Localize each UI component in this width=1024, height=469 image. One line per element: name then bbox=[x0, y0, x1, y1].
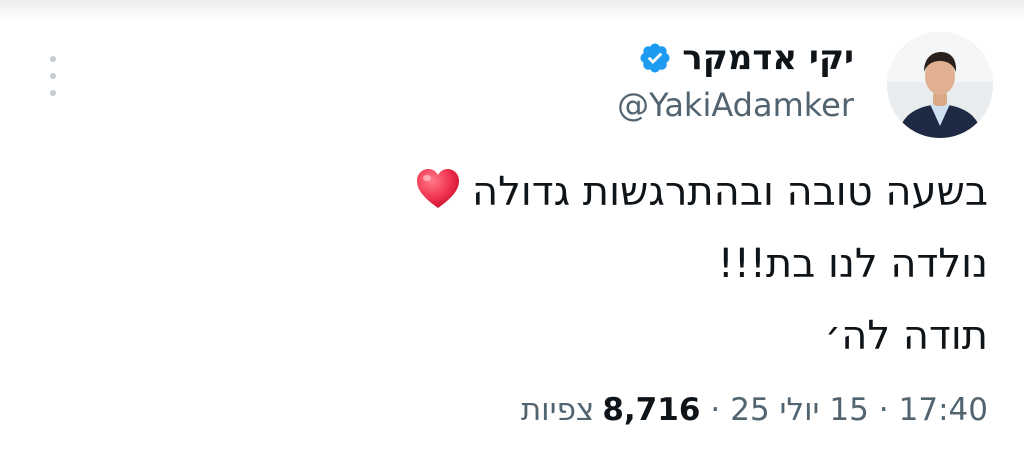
tweet-text: בשעה טובה ובהתרגשות גדולה נולדה לנו בת!!… bbox=[228, 156, 988, 372]
top-shadow bbox=[0, 0, 1024, 22]
tweet-header: יקי אדמקר @YakiAdamker bbox=[434, 34, 854, 126]
tweet-text-line-3: תודה לה׳ bbox=[824, 313, 988, 359]
more-vertical-icon-dot bbox=[50, 73, 56, 79]
avatar[interactable] bbox=[887, 32, 993, 138]
views-count: 8,716 bbox=[602, 392, 701, 428]
author-handle[interactable]: @YakiAdamker bbox=[434, 84, 854, 126]
tweet-date[interactable]: 15 יולי 25 bbox=[730, 392, 869, 428]
author-display-name[interactable]: יקי אדמקר bbox=[682, 38, 854, 78]
tweet-time[interactable]: 17:40 bbox=[899, 392, 988, 428]
tweet-text-line-1: בשעה טובה ובהתרגשות גדולה bbox=[228, 156, 988, 228]
tweet-text-line-2: נולדה לנו בת!!! bbox=[717, 241, 988, 287]
author-name-row: יקי אדמקר bbox=[434, 34, 854, 82]
verified-badge-icon[interactable] bbox=[638, 41, 672, 75]
meta-separator: · bbox=[710, 392, 721, 428]
more-options-button[interactable] bbox=[40, 56, 66, 96]
more-vertical-icon bbox=[50, 56, 56, 62]
meta-separator: · bbox=[878, 392, 889, 428]
red-heart-icon bbox=[414, 164, 462, 212]
tweet-text-line-1-text: בשעה טובה ובהתרגשות גדולה bbox=[472, 169, 988, 215]
tweet-meta: 17:40·15 יולי 25·8,716צפיות bbox=[288, 386, 988, 434]
views-label: צפיות bbox=[520, 392, 595, 428]
more-vertical-icon-dot bbox=[50, 90, 56, 96]
user-photo-icon bbox=[887, 32, 993, 138]
